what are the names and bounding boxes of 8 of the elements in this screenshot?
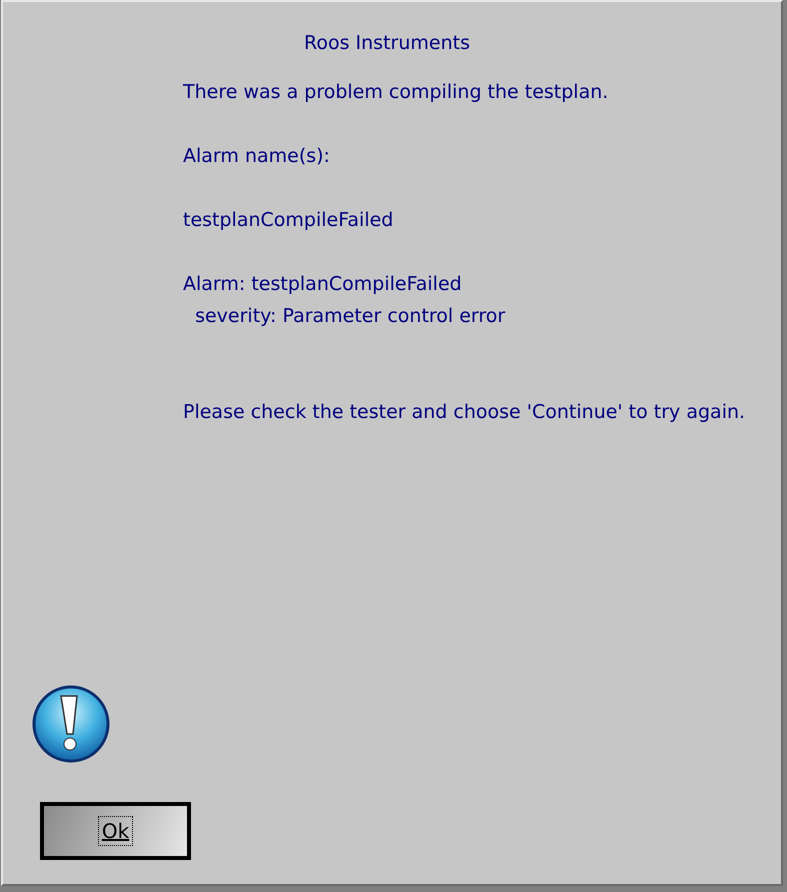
exclamation-icon bbox=[31, 684, 111, 764]
message-text: testplanCompileFailed bbox=[183, 208, 394, 233]
message-text: There was a problem compiling the testplan. bbox=[183, 80, 610, 105]
ok-button[interactable]: Ok bbox=[40, 802, 191, 860]
dialog-title: Roos Instruments bbox=[304, 32, 470, 54]
message-text: Please check the tester and choose 'Continue' to try again. bbox=[183, 400, 746, 425]
message-text: Alarm name(s): bbox=[183, 144, 331, 169]
message-text: Alarm: testplanCompileFailed severity: Parameter control error bbox=[183, 272, 506, 329]
